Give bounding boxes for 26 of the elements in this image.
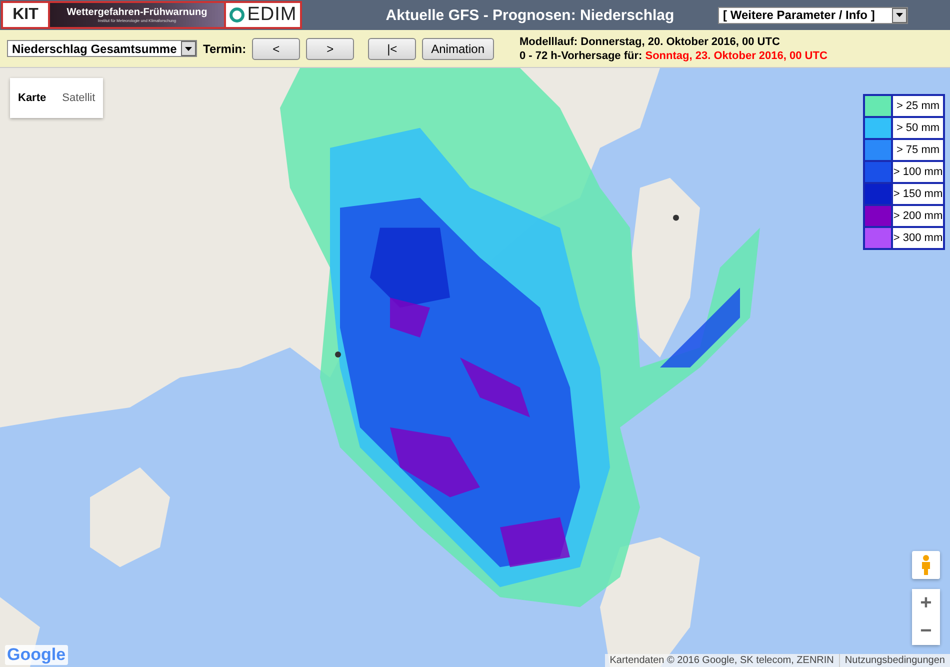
legend-label: > 75 mm	[892, 139, 944, 161]
first-button[interactable]: |<	[368, 38, 416, 60]
animation-button[interactable]: Animation	[422, 38, 494, 60]
google-logo: Google	[5, 645, 68, 665]
cedim-logo: EDIM	[226, 1, 302, 29]
terms-link[interactable]: Nutzungsbedingungen	[838, 654, 950, 667]
parameter-dropdown[interactable]: Niederschlag Gesamtsumme	[7, 40, 197, 57]
legend-label: > 300 mm	[892, 227, 944, 249]
kit-logo: KIT	[1, 1, 50, 29]
info-dropdown[interactable]: [ Weitere Parameter / Info ]	[718, 6, 908, 24]
legend-label: > 50 mm	[892, 117, 944, 139]
legend-label: > 200 mm	[892, 205, 944, 227]
page-title: Aktuelle GFS - Prognosen: Niederschlag	[384, 6, 676, 24]
forecast-text: 0 - 72 h-Vorhersage für: Sonntag, 23. Oktober 2016, 00 UTC	[520, 48, 828, 62]
map-type-tab[interactable]: Satellit	[54, 78, 104, 118]
legend-label: > 25 mm	[892, 95, 944, 117]
termin-label: Termin:	[203, 42, 246, 56]
legend-label: > 150 mm	[892, 183, 944, 205]
map-type-tab[interactable]: Karte	[10, 78, 54, 118]
map-attribution: Kartendaten © 2016 Google, SK telecom, ZENRIN	[608, 654, 835, 667]
model-run-text: Modelllauf: Donnerstag, 20. Oktober 2016, 00 UTC	[520, 34, 781, 48]
zoom-in-button[interactable]: +	[912, 589, 940, 617]
zoom-out-button[interactable]: −	[912, 617, 940, 645]
previous-button[interactable]: <	[252, 38, 300, 60]
next-button[interactable]: >	[306, 38, 354, 60]
legend-label: > 100 mm	[892, 161, 944, 183]
